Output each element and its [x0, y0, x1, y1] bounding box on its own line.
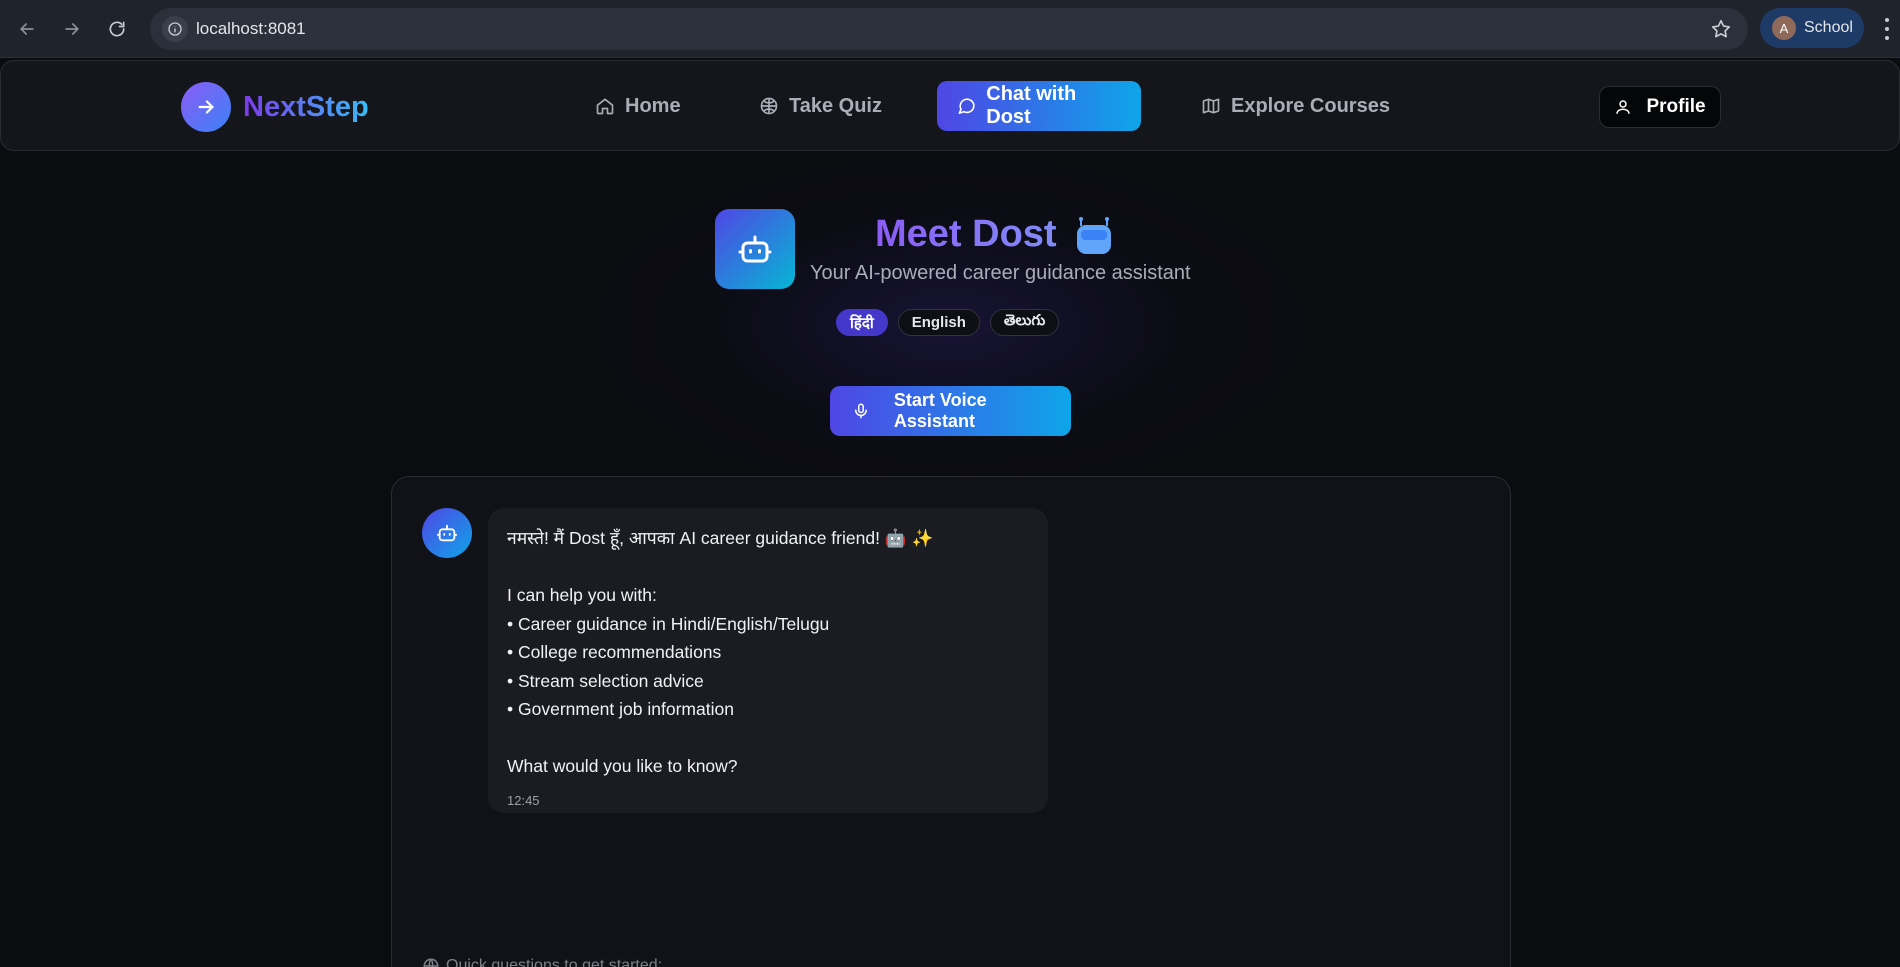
language-selector: हिंदी English తెలుగు: [836, 309, 1060, 336]
language-hindi-button[interactable]: हिंदी: [836, 309, 888, 336]
message-line: • College recommendations: [507, 642, 722, 662]
nav-home-label: Home: [625, 94, 681, 117]
message-timestamp: 12:45: [507, 792, 540, 808]
url-text: localhost:8081: [196, 19, 306, 38]
profile-name: School: [1804, 19, 1853, 36]
profile-label: Profile: [1646, 96, 1706, 117]
message-line: I can help you with:: [507, 585, 657, 605]
message-line: • Stream selection advice: [507, 670, 704, 691]
user-icon: [1616, 100, 1631, 114]
profile-button[interactable]: Profile: [1599, 86, 1721, 128]
quick-questions-header: Quick questions to get started:: [422, 957, 662, 967]
map-icon: [1202, 98, 1220, 114]
browser-toolbar: localhost:8081 A School: [0, 0, 1900, 58]
message-line: [507, 553, 1029, 582]
language-telugu-button[interactable]: తెలుగు: [989, 309, 1060, 336]
bot-avatar-icon: [422, 508, 472, 558]
globe-icon: [423, 958, 439, 967]
language-english-button[interactable]: English: [897, 309, 980, 336]
nav-explore-courses[interactable]: Explore Courses: [1181, 81, 1410, 131]
quick-questions-label: Quick questions to get started:: [446, 957, 663, 967]
brand-name: NextStep: [243, 90, 369, 123]
nav-home[interactable]: Home: [575, 81, 701, 131]
message-line: What would you like to know?: [507, 756, 738, 776]
bookmark-star-icon[interactable]: [1710, 18, 1732, 40]
page-subtitle: Your AI-powered career guidance assistan…: [810, 262, 1191, 284]
page-title: Meet Dost: [875, 213, 1057, 255]
bot-icon: [715, 209, 795, 289]
microphone-icon: [854, 403, 867, 419]
browser-profile-chip[interactable]: A School: [1760, 8, 1864, 48]
message-line: • Career guidance in Hindi/English/Telug…: [507, 613, 830, 634]
message-line: नमस्ते! मैं Dost हूँ, आपका AI career gui…: [507, 528, 934, 548]
site-info-icon[interactable]: [162, 16, 188, 42]
brand[interactable]: NextStep: [181, 82, 369, 132]
nav-chat-label: Chat with Dost: [986, 83, 1077, 128]
voice-button-label: Start Voice Assistant: [893, 390, 987, 431]
arrow-right-icon: [181, 82, 231, 132]
reload-icon[interactable]: [102, 14, 132, 44]
chat-panel: नमस्ते! मैं Dost हूँ, आपका AI career gui…: [391, 476, 1511, 967]
message-line: • Government job information: [507, 699, 734, 719]
robot-emoji-icon: [1077, 217, 1111, 254]
address-bar[interactable]: localhost:8081: [150, 8, 1748, 50]
app-navbar: NextStep Home Take Quiz Chat with Dost E…: [0, 60, 1900, 151]
nav-take-quiz[interactable]: Take Quiz: [739, 81, 902, 131]
kebab-menu-icon[interactable]: [1884, 18, 1890, 40]
bot-message: नमस्ते! मैं Dost हूँ, आपका AI career gui…: [488, 508, 1048, 813]
nav-take-quiz-label: Take Quiz: [789, 94, 882, 117]
back-arrow-icon[interactable]: [12, 14, 42, 44]
message-line: [507, 724, 1029, 753]
avatar: A: [1772, 16, 1796, 40]
message-circle-icon: [958, 98, 975, 115]
nav-chat-with-dost[interactable]: Chat with Dost: [937, 81, 1141, 131]
brain-icon: [760, 97, 778, 115]
start-voice-assistant-button[interactable]: Start Voice Assistant: [830, 386, 1071, 436]
nav-explore-label: Explore Courses: [1231, 94, 1390, 117]
forward-arrow-icon[interactable]: [57, 14, 87, 44]
home-icon: [596, 98, 614, 115]
